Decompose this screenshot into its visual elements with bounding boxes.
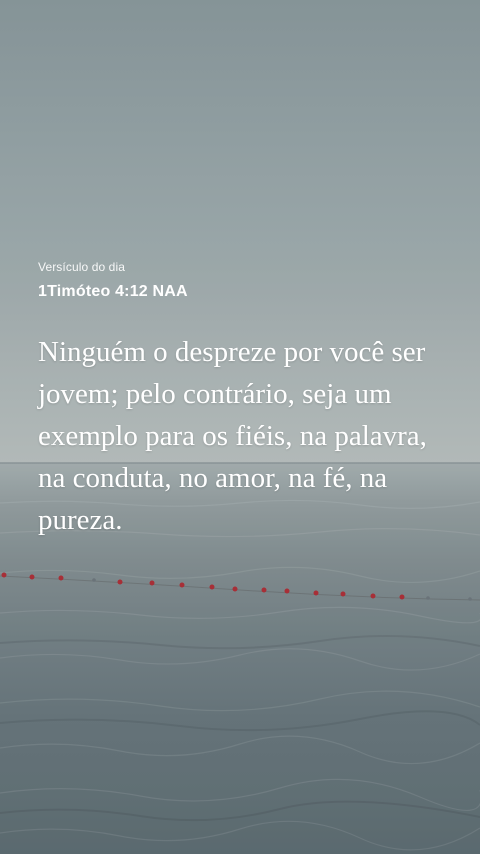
verse-of-the-day-label: Versículo do dia (38, 260, 125, 274)
verse-of-the-day-card: Versículo do dia 1Timóteo 4:12 NAA Ningu… (38, 260, 448, 541)
verse-text: Ninguém o despreze por você ser jovem; p… (38, 336, 427, 536)
verse-reference[interactable]: 1Timóteo 4:12 NAA (38, 283, 448, 301)
